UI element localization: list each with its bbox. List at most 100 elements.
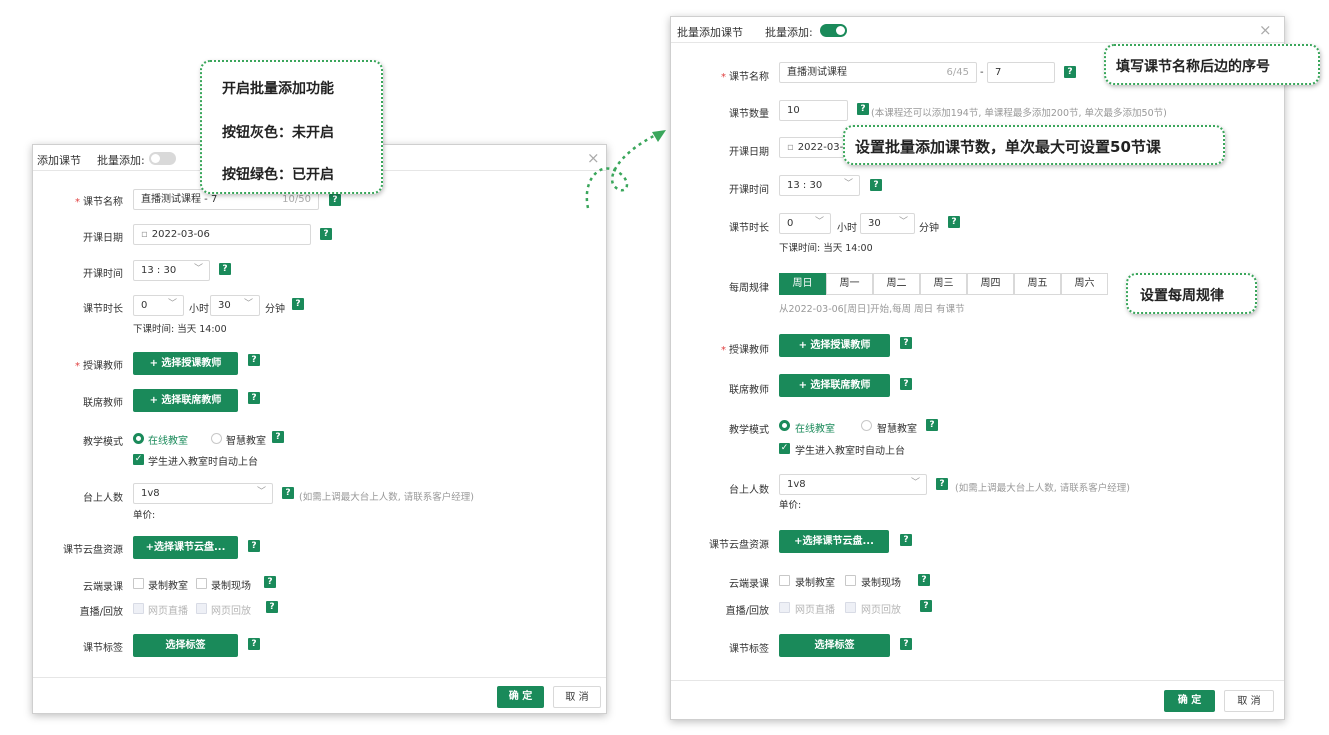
tag-label: 课节标签 [729, 644, 769, 655]
minutes-select[interactable]: 30 ﹀ [210, 295, 260, 316]
course-name-input[interactable]: 直播测试课程 6/45 [779, 62, 977, 83]
help-icon[interactable]: ? [320, 228, 332, 240]
cloud-label: 课节云盘资源 [63, 545, 123, 556]
stage-select[interactable]: 1v8 ﹀ [779, 474, 927, 495]
dialog-footer [33, 677, 606, 678]
select-teacher-button[interactable]: + 选择授课教师 [133, 352, 238, 375]
week-day-wed[interactable]: 周三 [920, 273, 967, 295]
co-teacher-label: 联席教师 [729, 385, 769, 396]
week-day-fri[interactable]: 周五 [1014, 273, 1061, 295]
date-label: 开课日期 [83, 233, 123, 244]
callout-line: 按钮绿色：已开启 [222, 167, 334, 183]
help-icon[interactable]: ? [272, 431, 284, 443]
time-select[interactable]: 13 : 30 ﹀ [133, 260, 210, 281]
web-replay-checkbox[interactable] [196, 603, 207, 614]
batch-add-toggle[interactable] [820, 24, 847, 37]
web-live-checkbox[interactable] [133, 603, 144, 614]
help-icon[interactable]: ? [329, 194, 341, 206]
chevron-down-icon: ﹀ [256, 487, 266, 497]
select-co-teacher-button[interactable]: + 选择联席教师 [133, 389, 238, 412]
help-icon[interactable]: ? [936, 478, 948, 490]
ok-button[interactable]: 确 定 [1164, 690, 1215, 712]
mode-online-label: 在线教室 [148, 436, 188, 447]
week-day-mon[interactable]: 周一 [826, 273, 873, 295]
time-label: 开课时间 [729, 185, 769, 196]
week-day-tue[interactable]: 周二 [873, 273, 920, 295]
record-site-checkbox[interactable] [845, 575, 856, 586]
record-site-checkbox[interactable] [196, 578, 207, 589]
help-icon[interactable]: ? [292, 298, 304, 310]
select-tag-button[interactable]: 选择标签 [133, 634, 238, 657]
cancel-button[interactable]: 取 消 [1224, 690, 1274, 712]
help-icon[interactable]: ? [900, 337, 912, 349]
record-class-checkbox[interactable] [133, 578, 144, 589]
callout-batch-toggle: 开启批量添加功能 按钮灰色：未开启 按钮绿色：已开启 [200, 60, 383, 194]
mode-online-label: 在线教室 [795, 424, 835, 435]
batch-add-toggle[interactable] [149, 152, 176, 165]
help-icon[interactable]: ? [219, 263, 231, 275]
chevron-down-icon: ﹀ [843, 179, 853, 189]
dialog-title: 批量添加课节 [677, 26, 743, 39]
select-teacher-button[interactable]: + 选择授课教师 [779, 334, 890, 357]
auto-stage-checkbox[interactable]: ✓ [133, 454, 144, 465]
date-label: 开课日期 [729, 147, 769, 158]
mode-smart-radio[interactable] [861, 420, 872, 431]
record-class-checkbox[interactable] [779, 575, 790, 586]
time-select[interactable]: 13 : 30 ﹀ [779, 175, 860, 196]
mode-online-radio[interactable] [779, 420, 790, 431]
count-label: 课节数量 [729, 109, 769, 120]
help-icon[interactable]: ? [926, 419, 938, 431]
help-icon[interactable]: ? [948, 216, 960, 228]
auto-stage-checkbox[interactable]: ✓ [779, 443, 790, 454]
callout-line: 开启批量添加功能 [222, 81, 334, 97]
help-icon[interactable]: ? [248, 392, 260, 404]
callout-week: 设置每周规律 [1126, 273, 1257, 314]
week-day-thu[interactable]: 周四 [967, 273, 1014, 295]
unit-price: 单价: [779, 500, 802, 511]
stage-select[interactable]: 1v8 ﹀ [133, 483, 273, 504]
help-icon[interactable]: ? [248, 540, 260, 552]
web-replay-label: 网页回放 [861, 605, 901, 616]
mode-online-radio[interactable] [133, 433, 144, 444]
hours-select[interactable]: 0 ﹀ [133, 295, 184, 316]
help-icon[interactable]: ? [900, 378, 912, 390]
web-live-checkbox[interactable] [779, 602, 790, 613]
duration-label: 课节时长 [83, 304, 123, 315]
help-icon[interactable]: ? [918, 574, 930, 586]
help-icon[interactable]: ? [282, 487, 294, 499]
sequence-input[interactable]: 7 [987, 62, 1055, 83]
help-icon[interactable]: ? [248, 354, 260, 366]
callout-text: 设置批量添加课节数，单次最大可设置50节课 [855, 138, 1161, 156]
help-icon[interactable]: ? [900, 638, 912, 650]
mode-label: 教学模式 [83, 437, 123, 448]
week-day-sun[interactable]: 周日 [779, 273, 826, 295]
count-input[interactable]: 10 [779, 100, 848, 121]
date-input[interactable]: ▫ 2022-03-06 [133, 224, 311, 245]
close-icon[interactable]: × [1259, 21, 1272, 39]
stage-hint: (如需上调最大台上人数, 请联系客户经理) [955, 483, 1130, 494]
mode-smart-radio[interactable] [211, 433, 222, 444]
help-icon[interactable]: ? [870, 179, 882, 191]
hours-unit: 小时 [837, 223, 857, 234]
select-cloud-button[interactable]: +选择课节云盘... [133, 536, 238, 559]
minutes-select[interactable]: 30 ﹀ [860, 213, 915, 234]
help-icon[interactable]: ? [900, 534, 912, 546]
select-tag-button[interactable]: 选择标签 [779, 634, 890, 657]
select-co-teacher-button[interactable]: + 选择联席教师 [779, 374, 890, 397]
help-icon[interactable]: ? [266, 601, 278, 613]
web-live-label: 网页直播 [795, 605, 835, 616]
week-day-sat[interactable]: 周六 [1061, 273, 1108, 295]
select-cloud-button[interactable]: +选择课节云盘... [779, 530, 889, 553]
ok-button[interactable]: 确 定 [497, 686, 544, 708]
help-icon[interactable]: ? [264, 576, 276, 588]
end-time-text: 下课时间: 当天 14:00 [779, 243, 873, 254]
help-icon[interactable]: ? [248, 638, 260, 650]
help-icon[interactable]: ? [857, 103, 869, 115]
week-hint: 从2022-03-06[周日]开始,每周 周日 有课节 [779, 304, 965, 315]
cancel-button[interactable]: 取 消 [553, 686, 601, 708]
chevron-down-icon: ﹀ [910, 478, 920, 488]
hours-select[interactable]: 0 ﹀ [779, 213, 831, 234]
web-replay-checkbox[interactable] [845, 602, 856, 613]
help-icon[interactable]: ? [920, 600, 932, 612]
help-icon[interactable]: ? [1064, 66, 1076, 78]
